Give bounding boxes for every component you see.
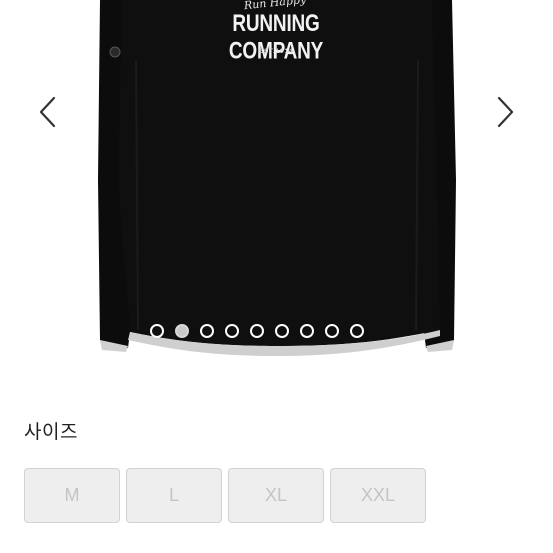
size-option-xxl[interactable]: XXL [330, 468, 426, 523]
carousel-dot[interactable] [225, 324, 239, 338]
size-option-m[interactable]: M [24, 468, 120, 523]
carousel-dot[interactable] [300, 324, 314, 338]
carousel-prev-button[interactable] [33, 92, 63, 132]
carousel-next-button[interactable] [490, 92, 520, 132]
carousel-dot[interactable] [275, 324, 289, 338]
chevron-right-icon [497, 96, 514, 128]
shirt-sleeve-logo [109, 46, 121, 58]
shirt-print-title: RUNNING COMPANY [228, 11, 324, 65]
carousel-dot[interactable] [200, 324, 214, 338]
carousel-dot[interactable] [250, 324, 264, 338]
carousel-dot[interactable] [325, 324, 339, 338]
size-option-list: M L XL XXL [24, 468, 426, 523]
carousel-dot[interactable] [175, 324, 189, 338]
product-detail-page: Run Happy RUNNING COMPANY EST.1914 사이즈 M… [0, 0, 553, 553]
carousel-dot[interactable] [150, 324, 164, 338]
shirt-print-est: EST.1914 [258, 48, 294, 55]
size-option-xl[interactable]: XL [228, 468, 324, 523]
carousel-pagination [150, 324, 364, 344]
carousel-dot[interactable] [350, 324, 364, 338]
size-section-title: 사이즈 [24, 421, 78, 443]
size-option-l[interactable]: L [126, 468, 222, 523]
product-image-carousel[interactable]: Run Happy RUNNING COMPANY EST.1914 [0, 0, 553, 372]
chevron-left-icon [39, 96, 56, 128]
